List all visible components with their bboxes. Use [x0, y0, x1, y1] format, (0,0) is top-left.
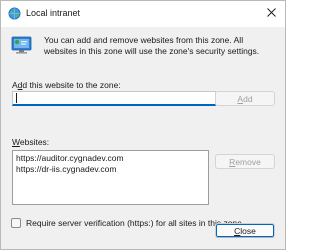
dialog-window: Local intranet You can add and remove we… — [0, 0, 286, 250]
dialog-body: You can add and remove websites from thi… — [1, 27, 285, 249]
list-item[interactable]: https://dr-iis.cygnadev.com — [16, 164, 205, 175]
websites-list[interactable]: https://auditor.cygnadev.com https://dr-… — [12, 150, 209, 205]
websites-label: Websites: — [12, 137, 50, 147]
title-bar: Local intranet — [1, 1, 285, 27]
require-https-label: Require server verification (https:) for… — [26, 218, 242, 228]
require-https-checkbox[interactable] — [11, 218, 21, 228]
close-button[interactable]: Close — [215, 223, 275, 238]
close-icon — [266, 7, 276, 19]
website-url-input[interactable] — [12, 91, 216, 106]
globe-icon — [8, 7, 21, 20]
text-caret — [16, 93, 17, 103]
remove-button[interactable]: Remove — [215, 154, 275, 169]
window-title: Local intranet — [26, 8, 81, 18]
add-button[interactable]: Add — [215, 91, 275, 106]
list-item[interactable]: https://auditor.cygnadev.com — [16, 153, 205, 164]
add-website-label: Add this website to the zone: — [12, 80, 121, 90]
close-window-button[interactable] — [259, 3, 283, 23]
zone-description: You can add and remove websites from thi… — [44, 35, 260, 56]
zone-monitor-icon — [11, 35, 33, 55]
